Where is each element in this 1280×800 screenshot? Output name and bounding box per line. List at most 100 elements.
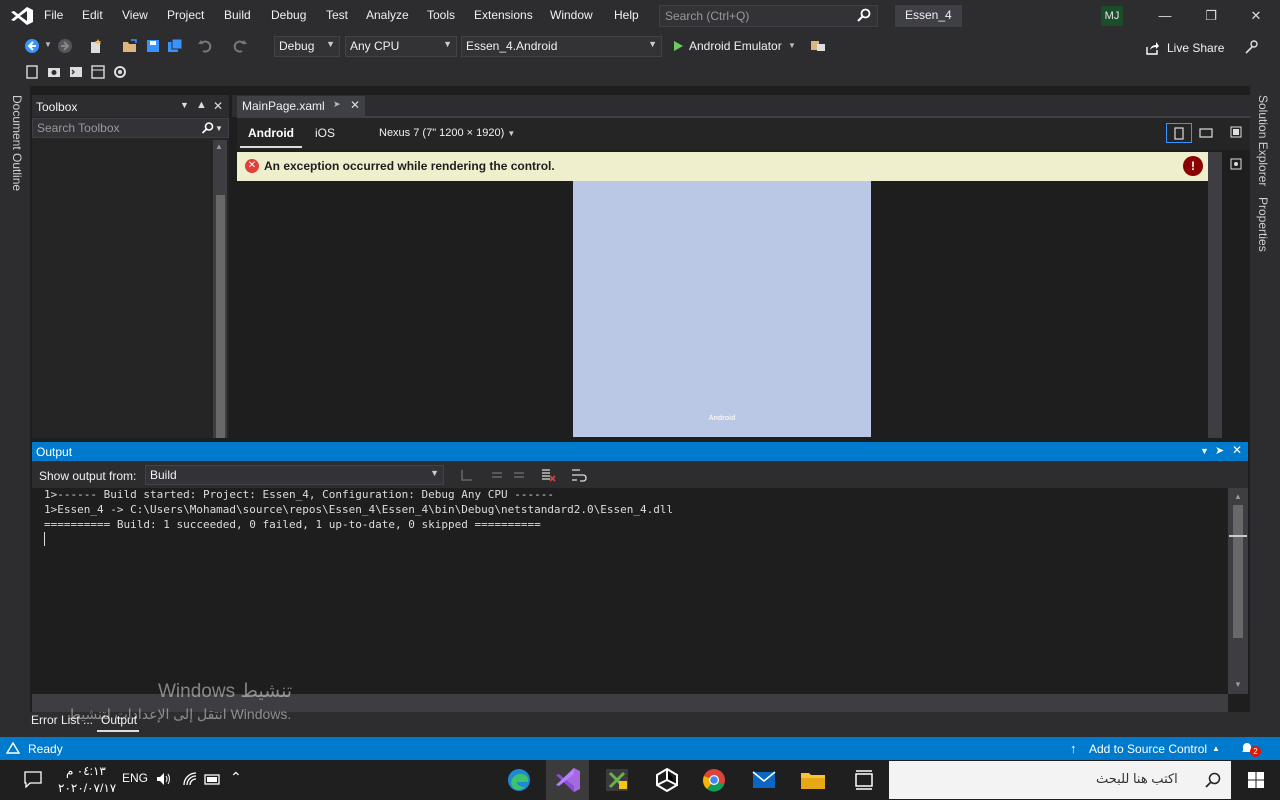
close-icon[interactable]: ✕	[213, 99, 223, 113]
menu-extensions[interactable]: Extensions	[474, 8, 533, 22]
new-project-icon[interactable]	[88, 38, 104, 54]
visual-studio-taskbar-icon[interactable]	[552, 765, 584, 795]
search-icon[interactable]	[1204, 771, 1222, 789]
wifi-icon[interactable]	[182, 771, 198, 787]
device-preview[interactable]	[573, 181, 871, 437]
tool-window-icon[interactable]	[90, 64, 106, 80]
properties-tab[interactable]: Properties	[1256, 197, 1270, 252]
taskbar-search-box[interactable]	[889, 761, 1231, 799]
undo-icon[interactable]	[197, 38, 213, 54]
menu-view[interactable]: View	[122, 8, 148, 22]
clock-date[interactable]: ٢٠٢٠/٠٧/١٧	[58, 781, 116, 795]
search-icon[interactable]	[201, 121, 215, 135]
chevron-down-icon[interactable]: ▼	[180, 100, 189, 110]
pin-icon[interactable]: ➤	[333, 99, 341, 110]
toolbox-scrollbar-thumb[interactable]	[216, 195, 225, 438]
edge-icon[interactable]	[503, 765, 535, 795]
run-button[interactable]: Android Emulator	[689, 39, 782, 53]
search-icon[interactable]	[856, 7, 872, 23]
next-message-icon[interactable]	[511, 467, 527, 483]
unity-icon[interactable]	[651, 765, 683, 795]
chevron-up-icon[interactable]: ▲	[1212, 744, 1220, 753]
play-icon[interactable]	[672, 40, 684, 52]
exception-details-icon[interactable]: !	[1183, 156, 1203, 176]
toolbox-search-input[interactable]: Search Toolbox	[32, 118, 229, 138]
device-select[interactable]: Nexus 7 (7" 1200 × 1920) ▼	[379, 127, 515, 139]
previous-message-icon[interactable]	[489, 467, 505, 483]
mail-icon[interactable]	[748, 765, 780, 795]
back-dropdown-icon[interactable]: ▼	[44, 40, 52, 49]
task-view-icon[interactable]	[848, 765, 880, 795]
tool-page-icon[interactable]	[24, 64, 40, 80]
tab-mainpage-xaml[interactable]: MainPage.xaml ➤ ✕	[237, 96, 365, 117]
solution-name[interactable]: Essen_4	[895, 5, 962, 27]
menu-help[interactable]: Help	[614, 8, 639, 22]
close-icon[interactable]: ✕	[1232, 443, 1242, 457]
menu-edit[interactable]: Edit	[82, 8, 103, 22]
pin-icon[interactable]: ▲	[196, 99, 207, 111]
clock-time[interactable]: ٠٤:١٣ م	[66, 764, 106, 778]
scroll-down-icon[interactable]: ▼	[1234, 680, 1242, 689]
clear-all-icon[interactable]	[540, 467, 556, 483]
menu-file[interactable]: File	[44, 8, 63, 22]
file-explorer-icon[interactable]	[797, 765, 829, 795]
scroll-up-icon[interactable]: ▲	[215, 142, 223, 151]
menu-debug[interactable]: Debug	[271, 8, 306, 22]
tool-camera-icon[interactable]	[46, 64, 62, 80]
device-manager-icon[interactable]	[810, 38, 826, 54]
search-options-icon[interactable]: ▼	[215, 124, 223, 133]
chevron-down-icon[interactable]: ▼	[1200, 446, 1209, 456]
close-button[interactable]: ✕	[1245, 6, 1267, 26]
tool-console-icon[interactable]	[68, 64, 84, 80]
open-folder-icon[interactable]	[122, 38, 138, 54]
designer-scrollbar[interactable]	[1208, 152, 1222, 438]
menu-test[interactable]: Test	[326, 8, 348, 22]
close-icon[interactable]: ✕	[350, 98, 360, 112]
redo-icon[interactable]	[232, 38, 248, 54]
scroll-up-icon[interactable]: ▲	[1234, 492, 1242, 501]
battery-icon[interactable]	[204, 772, 222, 786]
windows-start-icon[interactable]	[1247, 771, 1265, 789]
menu-tools[interactable]: Tools	[427, 8, 455, 22]
save-icon[interactable]	[145, 38, 161, 54]
volume-icon[interactable]	[156, 771, 172, 787]
startup-project-select[interactable]: Essen_4.Android ▼	[461, 36, 662, 57]
find-message-icon[interactable]	[459, 467, 475, 483]
menu-analyze[interactable]: Analyze	[366, 8, 409, 22]
menu-build[interactable]: Build	[224, 8, 251, 22]
run-dropdown-icon[interactable]: ▼	[788, 41, 796, 50]
chevron-up-icon[interactable]: ⌃	[230, 769, 242, 786]
notification-center-icon[interactable]	[24, 771, 42, 788]
zoom-icon[interactable]	[1230, 158, 1242, 170]
landscape-icon[interactable]	[1199, 128, 1213, 138]
avatar[interactable]: MJ	[1101, 6, 1123, 26]
word-wrap-icon[interactable]	[571, 467, 587, 483]
forward-icon[interactable]	[57, 38, 73, 54]
output-source-select[interactable]: Build ▼	[145, 465, 444, 485]
tab-ios[interactable]: iOS	[315, 126, 335, 140]
search-input[interactable]: Search (Ctrl+Q)	[659, 5, 878, 27]
add-to-source-control-button[interactable]: Add to Source Control	[1089, 742, 1207, 756]
chrome-icon[interactable]	[698, 765, 730, 795]
menu-project[interactable]: Project	[167, 8, 204, 22]
output-scrollbar-thumb[interactable]	[1233, 505, 1243, 638]
restore-button[interactable]: ❐	[1200, 6, 1222, 26]
solution-explorer-tab[interactable]: Solution Explorer	[1256, 95, 1270, 186]
menu-window[interactable]: Window	[550, 8, 593, 22]
document-outline-tab[interactable]: Document Outline	[10, 95, 24, 191]
pin-icon[interactable]: ➤	[1215, 444, 1224, 457]
tab-android[interactable]: Android	[248, 126, 294, 140]
minimize-button[interactable]: —	[1154, 6, 1176, 26]
configuration-select[interactable]: Debug ▼	[274, 36, 340, 57]
live-share-icon[interactable]	[1146, 41, 1160, 55]
portrait-button[interactable]	[1166, 123, 1192, 143]
live-share-button[interactable]: Live Share	[1167, 41, 1224, 55]
language-indicator[interactable]: ENG	[122, 771, 148, 785]
xamarin-icon[interactable]	[601, 765, 633, 795]
save-all-icon[interactable]	[167, 38, 183, 54]
back-icon[interactable]	[24, 38, 40, 54]
visual-studio-logo-icon[interactable]	[10, 6, 34, 26]
platform-select[interactable]: Any CPU ▼	[345, 36, 457, 57]
feedback-icon[interactable]	[1244, 39, 1260, 55]
zoom-fit-icon[interactable]	[1230, 126, 1242, 138]
